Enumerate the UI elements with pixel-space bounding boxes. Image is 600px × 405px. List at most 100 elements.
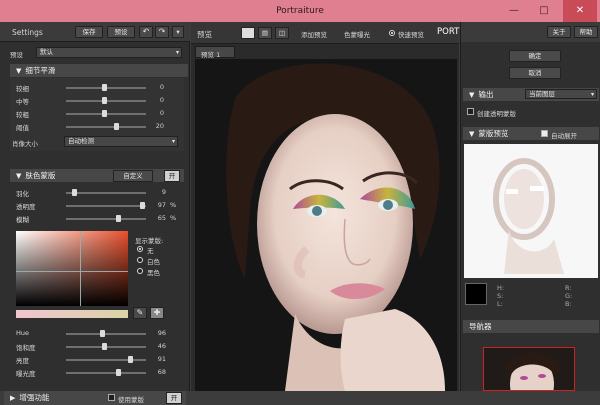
slider-lightness[interactable] (66, 356, 146, 363)
readout-s: S: (497, 292, 504, 300)
color-picker-area[interactable] (16, 231, 128, 306)
mask-toggle[interactable]: 开 (164, 170, 180, 182)
collapse-arrow-icon: ▼ (469, 91, 475, 99)
slider-value-hue: 96 (157, 329, 166, 337)
slider-knob[interactable] (102, 97, 107, 104)
mask-preview-image (464, 144, 598, 278)
add-preview-button[interactable]: 添加预览 (301, 29, 327, 39)
hue-range-bar[interactable] (16, 310, 128, 318)
undo-icon[interactable]: ↶ (139, 26, 153, 38)
slider-knob[interactable] (114, 123, 119, 130)
slider-label-coarse: 较粗 (16, 111, 29, 119)
slider-knob[interactable] (128, 356, 133, 363)
mask-mode-select[interactable]: 自定义 (113, 170, 153, 182)
radio-white[interactable] (137, 257, 143, 263)
mask-preview-header[interactable]: ▼ 蒙版预览 (463, 127, 599, 140)
slider-knob[interactable] (102, 343, 107, 350)
radio-black[interactable] (137, 268, 143, 274)
slider-hue[interactable] (66, 330, 146, 337)
chevron-down-icon: ▾ (590, 91, 594, 98)
slider-blur[interactable] (66, 215, 146, 222)
mask-section-header[interactable]: ▼ 肤色蒙版 (10, 169, 184, 182)
help-button[interactable]: 帮助 (574, 26, 598, 38)
cancel-button[interactable]: 取消 (509, 67, 561, 79)
maximize-button[interactable]: □ (530, 0, 558, 22)
slider-unit-opacity: % (170, 201, 177, 209)
output-section-title: 输出 (478, 90, 494, 99)
slider-label-opacity: 透明度 (16, 203, 36, 211)
about-button[interactable]: 关于 (547, 26, 571, 38)
readout-h: H: (497, 284, 505, 292)
settings-toolbar: Settings 保存 预设 ↶ ↷ ▾ (0, 22, 190, 42)
eyedropper-icon[interactable]: ✎ (133, 307, 147, 319)
radio-black-label: 黑色 (147, 269, 160, 277)
slider-knob[interactable] (102, 110, 107, 117)
slider-knob[interactable] (102, 84, 107, 91)
minimize-button[interactable]: — (500, 0, 528, 22)
navigator-header[interactable]: 导航器 (463, 320, 599, 333)
slider-knob[interactable] (72, 189, 77, 196)
slider-fine[interactable] (66, 84, 146, 91)
single-view-icon[interactable] (241, 27, 255, 39)
preview-label: 预览 (197, 30, 212, 39)
slider-label-exposure: 曝光度 (16, 370, 36, 378)
slider-value-feather: 9 (161, 188, 166, 196)
slider-saturation[interactable] (66, 343, 146, 350)
auto-expand-checkbox[interactable] (541, 130, 548, 137)
readout-b: B: (565, 300, 572, 308)
enhance-toggle[interactable]: 开 (166, 392, 182, 404)
slider-threshold[interactable] (66, 123, 146, 130)
detail-section-title: 细节平滑 (25, 66, 56, 75)
output-select[interactable]: 当前图层 ▾ (525, 89, 597, 99)
picker-crosshair-vertical (80, 231, 81, 306)
create-mask-checkbox[interactable] (467, 108, 474, 115)
redo-icon[interactable]: ↷ (155, 26, 169, 38)
portrait-illustration (195, 59, 457, 391)
save-button[interactable]: 保存 (75, 26, 103, 38)
collapse-arrow-icon: ▼ (469, 130, 475, 138)
preset-select[interactable]: 默认 ▾ (36, 47, 182, 58)
picker-crosshair-horizontal (16, 271, 128, 272)
slider-coarse[interactable] (66, 110, 146, 117)
eyedropper-plus-icon[interactable]: ✚ (150, 307, 164, 319)
portrait-preview-image[interactable] (195, 59, 457, 391)
menu-chevron-icon[interactable]: ▾ (172, 26, 184, 38)
ok-button[interactable]: 确定 (509, 50, 561, 62)
slider-value-exposure: 68 (157, 368, 166, 376)
slider-knob[interactable] (116, 215, 121, 222)
slider-medium[interactable] (66, 97, 146, 104)
expand-arrow-icon: ▶ (10, 394, 16, 402)
output-panel: 关于 帮助 确定 取消 ▼ 输出 当前图层 ▾ 创建透明蒙版 ▼ 蒙版预览 自动展开… (460, 22, 600, 391)
slider-knob[interactable] (140, 202, 145, 209)
mask-preview-title: 蒙版预览 (478, 129, 509, 138)
slider-value-fine: 0 (159, 83, 164, 91)
slider-knob[interactable] (116, 369, 121, 376)
slider-exposure[interactable] (66, 369, 146, 376)
tab-preview-1-label: 预览 1 (201, 51, 221, 59)
slider-label-lightness: 亮度 (16, 357, 29, 365)
slider-value-coarse: 0 (159, 109, 164, 117)
slider-opacity[interactable] (66, 202, 146, 209)
output-select-value: 当前图层 (529, 90, 555, 98)
dual-view-icon[interactable]: ◫ (275, 27, 289, 39)
split-view-icon[interactable]: ▤ (258, 27, 272, 39)
slider-label-feather: 羽化 (16, 190, 29, 198)
detail-section-header[interactable]: ▼ 细节平滑 (10, 64, 188, 77)
quick-preview-radio[interactable] (389, 30, 395, 36)
enhance-section-header[interactable]: ▶ 增强功能 (4, 391, 186, 405)
slider-feather[interactable] (66, 189, 146, 196)
slider-knob[interactable] (100, 330, 105, 337)
radio-none-label: 无 (147, 247, 154, 255)
mask-exposure-button[interactable]: 色蒙曝光 (344, 29, 370, 39)
portrait-size-label: 肖像大小 (12, 140, 38, 148)
settings-panel: Settings 保存 预设 ↶ ↷ ▾ 预设 默认 ▾ ▼ 细节平滑 较细 0 … (0, 22, 190, 405)
preset-button[interactable]: 预设 (107, 26, 135, 38)
portrait-size-select[interactable]: 自动检测 ▾ (64, 136, 178, 147)
mask-section-title: 肤色蒙版 (25, 171, 56, 180)
radio-none[interactable] (137, 246, 143, 252)
close-button[interactable]: ✕ (563, 0, 597, 22)
navigator-thumbnail[interactable] (483, 347, 575, 391)
collapse-arrow-icon: ▼ (16, 172, 22, 180)
tab-preview-1[interactable]: 预览 1 (195, 46, 235, 59)
use-mask-checkbox[interactable] (108, 394, 115, 401)
